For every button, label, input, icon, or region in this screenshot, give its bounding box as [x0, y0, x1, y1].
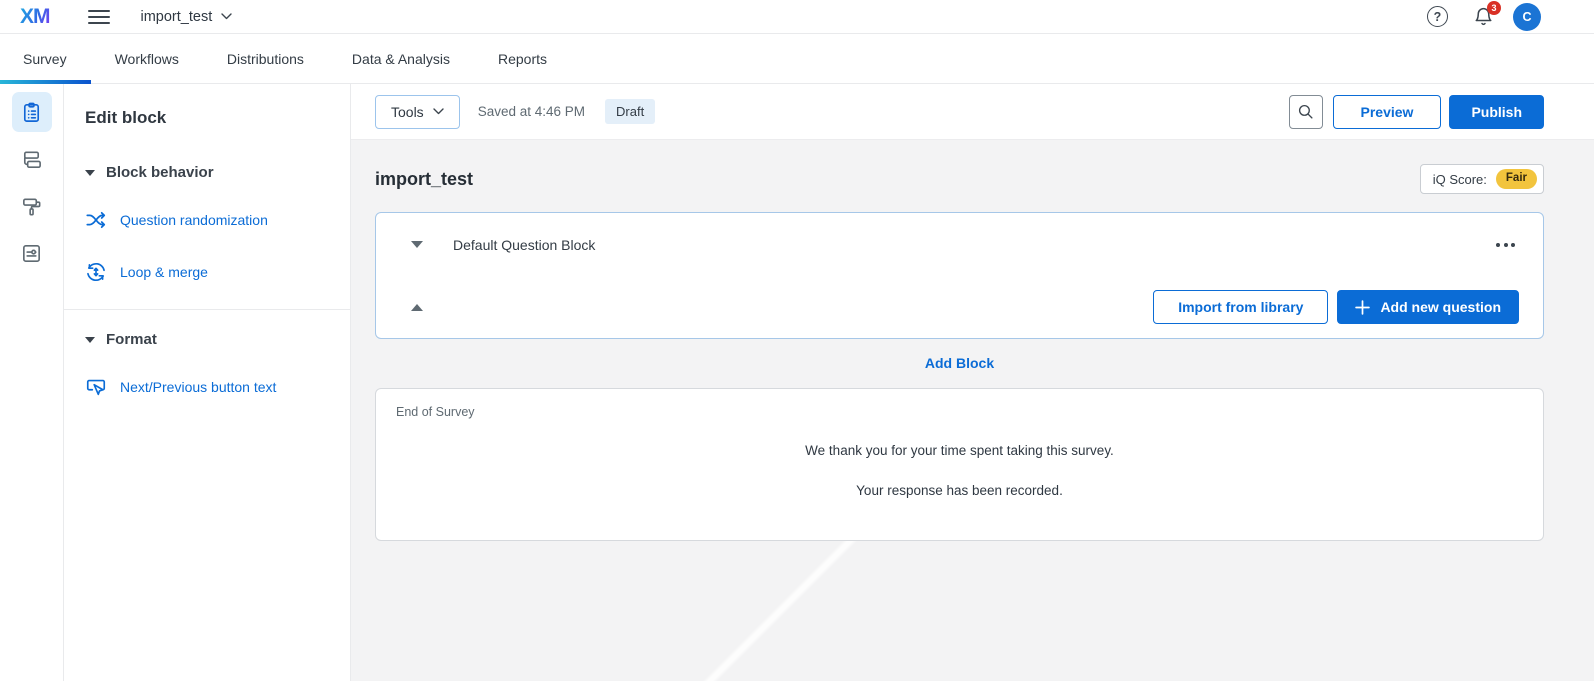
chevron-down-icon [433, 108, 444, 115]
notifications-button[interactable]: 3 [1473, 6, 1494, 27]
block-header: Default Question Block [376, 213, 1543, 276]
caret-up-icon [411, 304, 423, 311]
sidebar-divider [64, 309, 350, 310]
iq-score-box[interactable]: iQ Score: Fair [1420, 164, 1544, 194]
top-bar: XM import_test ? 3 C [0, 0, 1594, 34]
menu-icon [88, 10, 110, 12]
ellipsis-icon [1496, 243, 1500, 247]
loop-icon [85, 261, 107, 283]
block-options-button[interactable] [1494, 237, 1517, 253]
shuffle-icon [85, 209, 107, 231]
loop-merge-link[interactable]: Loop & merge [64, 261, 350, 283]
plus-icon [1355, 300, 1370, 315]
end-of-survey-message-2: Your response has been recorded. [396, 483, 1523, 498]
tab-survey[interactable]: Survey [0, 34, 91, 83]
section-block-behavior[interactable]: Block behavior [64, 164, 350, 181]
edit-block-sidebar: Edit block Block behavior Question rando… [64, 84, 351, 681]
tab-workflows[interactable]: Workflows [91, 34, 203, 83]
editor-toolbar: Tools Saved at 4:46 PM Draft Preview Pub… [351, 84, 1594, 140]
draft-status-badge: Draft [605, 99, 655, 124]
rail-item-survey-options[interactable] [12, 233, 52, 273]
notification-badge: 3 [1487, 1, 1501, 15]
sidebar-title: Edit block [64, 108, 350, 128]
tab-distributions[interactable]: Distributions [203, 34, 328, 83]
clipboard-list-icon [20, 101, 43, 124]
settings-sliders-icon [20, 242, 43, 265]
hamburger-menu-button[interactable] [88, 10, 110, 24]
section-format[interactable]: Format [64, 331, 350, 348]
search-button[interactable] [1289, 95, 1323, 129]
caret-down-icon [411, 241, 423, 248]
add-block-link[interactable]: Add Block [925, 355, 994, 371]
rail-item-survey-builder[interactable] [12, 92, 52, 132]
flow-blocks-icon [20, 148, 43, 171]
default-question-block-card: Default Question Block Import from libra… [375, 212, 1544, 339]
block-expand-button[interactable] [407, 300, 427, 315]
survey-page-title: import_test [375, 164, 473, 194]
block-collapse-button[interactable] [407, 237, 427, 252]
main-area: Tools Saved at 4:46 PM Draft Preview Pub… [351, 84, 1594, 681]
publish-button[interactable]: Publish [1449, 95, 1544, 129]
iq-score-badge: Fair [1496, 169, 1537, 189]
rail-item-look-and-feel[interactable] [12, 186, 52, 226]
user-avatar[interactable]: C [1513, 3, 1541, 31]
tab-reports[interactable]: Reports [474, 34, 571, 83]
import-from-library-button[interactable]: Import from library [1153, 290, 1328, 324]
survey-name-dropdown[interactable]: import_test [141, 9, 233, 25]
chevron-down-icon [221, 13, 232, 20]
add-block-row: Add Block [375, 355, 1544, 373]
iq-score-label: iQ Score: [1433, 172, 1487, 187]
help-button[interactable]: ? [1427, 6, 1448, 27]
collapse-caret-icon [85, 337, 95, 343]
tools-button[interactable]: Tools [375, 95, 460, 129]
collapse-caret-icon [85, 170, 95, 176]
next-previous-button-text-link[interactable]: Next/Previous button text [64, 376, 350, 398]
button-click-icon [85, 376, 107, 398]
question-randomization-link[interactable]: Question randomization [64, 209, 350, 231]
tab-data-analysis[interactable]: Data & Analysis [328, 34, 474, 83]
end-of-survey-message-1: We thank you for your time spent taking … [396, 443, 1523, 458]
xm-logo: XM [20, 6, 50, 27]
search-icon [1297, 103, 1314, 120]
end-of-survey-card[interactable]: End of Survey We thank you for your time… [375, 388, 1544, 541]
block-footer: Import from library Add new question [376, 276, 1543, 338]
add-new-question-button[interactable]: Add new question [1337, 290, 1519, 324]
block-title: Default Question Block [453, 237, 595, 253]
question-mark-icon: ? [1434, 10, 1442, 24]
end-of-survey-label: End of Survey [396, 405, 1523, 419]
survey-canvas: import_test iQ Score: Fair Default Quest… [351, 140, 1594, 681]
preview-button[interactable]: Preview [1333, 95, 1442, 129]
left-icon-rail [0, 84, 64, 681]
saved-status: Saved at 4:46 PM [478, 104, 585, 119]
paint-roller-icon [20, 195, 43, 218]
rail-item-survey-flow[interactable] [12, 139, 52, 179]
main-nav: Survey Workflows Distributions Data & An… [0, 34, 1594, 84]
survey-name: import_test [141, 9, 213, 25]
